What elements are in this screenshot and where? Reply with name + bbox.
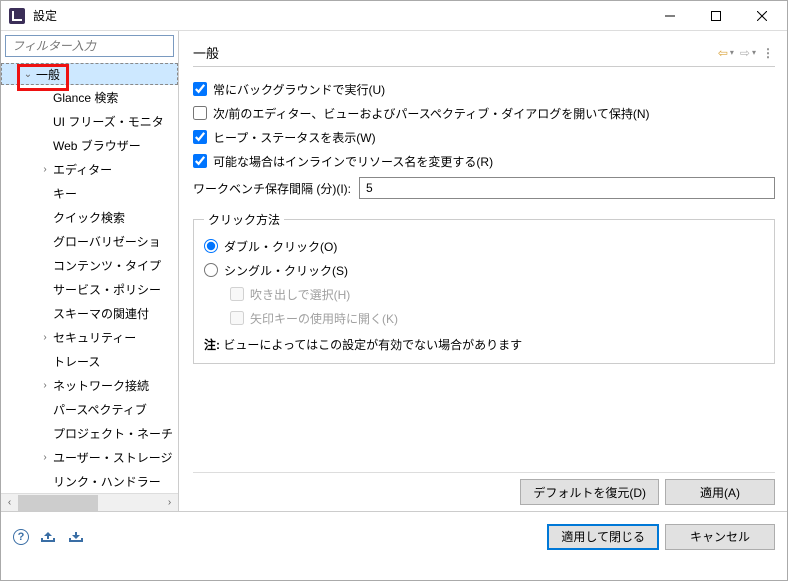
scroll-left-icon[interactable]: ‹: [1, 495, 18, 511]
app-icon: [9, 8, 25, 24]
tree-item[interactable]: キー: [1, 181, 178, 205]
tree-item-label: Glance 検索: [53, 89, 118, 106]
inline-rename-label: 可能な場合はインラインでリソース名を変更する(R): [213, 153, 493, 170]
heap-label: ヒープ・ステータスを表示(W): [213, 129, 376, 146]
scrollbar-thumb[interactable]: [18, 495, 98, 511]
note-text: 注: ビューによってはこの設定が有効でない場合があります: [204, 336, 764, 353]
restore-defaults-button[interactable]: デフォルトを復元(D): [520, 479, 659, 505]
sidebar: ⌄一般Glance 検索UI フリーズ・モニタWeb ブラウザー›エディターキー…: [1, 31, 179, 511]
close-button[interactable]: [739, 1, 785, 31]
tree-item-label: サービス・ポリシー: [53, 281, 161, 298]
content-pane: 一般 ⇦▾ ⇨▾ ⋮ 常にバックグラウンドで実行(U) 次/前のエディター、ビュ…: [179, 31, 787, 511]
tree-item-label: UI フリーズ・モニタ: [53, 113, 164, 130]
click-method-group: クリック方法 ダブル・クリック(O) シングル・クリック(S) 吹き出しで選択(…: [193, 211, 775, 364]
reopen-checkbox[interactable]: [193, 106, 207, 120]
maximize-button[interactable]: [693, 1, 739, 31]
single-click-radio[interactable]: [204, 263, 218, 277]
apply-close-button[interactable]: 適用して閉じる: [547, 524, 659, 550]
tree-item[interactable]: リンク・ハンドラー: [1, 469, 178, 493]
expander-icon[interactable]: ›: [39, 452, 51, 463]
expander-icon[interactable]: ›: [39, 332, 51, 343]
menu-icon[interactable]: ⋮: [762, 46, 775, 60]
background-checkbox[interactable]: [193, 82, 207, 96]
cancel-button[interactable]: キャンセル: [665, 524, 775, 550]
tree-item-label: パースペクティブ: [53, 401, 147, 418]
double-click-radio[interactable]: [204, 239, 218, 253]
click-method-legend: クリック方法: [204, 211, 284, 228]
tree-item[interactable]: ›エディター: [1, 157, 178, 181]
window-title: 設定: [33, 7, 647, 24]
reopen-label: 次/前のエディター、ビューおよびパースペクティブ・ダイアログを開いて保持(N): [213, 105, 650, 122]
tree-item[interactable]: ›セキュリティー: [1, 325, 178, 349]
tree-item[interactable]: コンテンツ・タイプ: [1, 253, 178, 277]
back-icon[interactable]: ⇦▾: [718, 46, 734, 60]
expander-icon[interactable]: ›: [39, 380, 51, 391]
tree-item[interactable]: スキーマの関連付: [1, 301, 178, 325]
tree-item-label: 一般: [36, 66, 60, 83]
arrow-open-label: 矢印キーの使用時に開く(K): [250, 310, 398, 327]
tree-item-label: トレース: [53, 353, 100, 370]
inline-rename-checkbox[interactable]: [193, 154, 207, 168]
tree-item-label: クイック検索: [53, 209, 125, 226]
page-title: 一般: [193, 43, 718, 62]
tree-item-label: スキーマの関連付: [53, 305, 149, 322]
help-icon[interactable]: ?: [13, 529, 29, 545]
tree-item[interactable]: クイック検索: [1, 205, 178, 229]
interval-label: ワークベンチ保存間隔 (分)(I):: [193, 180, 351, 197]
tree[interactable]: ⌄一般Glance 検索UI フリーズ・モニタWeb ブラウザー›エディターキー…: [1, 61, 178, 493]
tree-item[interactable]: サービス・ポリシー: [1, 277, 178, 301]
tree-item[interactable]: ⌄一般: [1, 63, 178, 85]
export-icon[interactable]: [67, 530, 85, 544]
expander-icon[interactable]: ›: [39, 164, 51, 175]
double-click-label: ダブル・クリック(O): [224, 238, 337, 255]
tree-item-label: エディター: [53, 161, 112, 178]
background-label: 常にバックグラウンドで実行(U): [213, 81, 385, 98]
tree-item[interactable]: Web ブラウザー: [1, 133, 178, 157]
tree-item-label: グローバリゼーショ: [53, 233, 161, 250]
tree-item[interactable]: UI フリーズ・モニタ: [1, 109, 178, 133]
tree-item[interactable]: プロジェクト・ネーチ: [1, 421, 178, 445]
apply-button[interactable]: 適用(A): [665, 479, 775, 505]
tree-item-label: ネットワーク接続: [53, 377, 149, 394]
minimize-button[interactable]: [647, 1, 693, 31]
tree-item[interactable]: ›ユーザー・ストレージ: [1, 445, 178, 469]
filter-container: [5, 35, 174, 57]
tree-item[interactable]: ›ネットワーク接続: [1, 373, 178, 397]
tree-item-label: コンテンツ・タイプ: [53, 257, 161, 274]
tree-item-label: ユーザー・ストレージ: [53, 449, 173, 466]
tree-item-label: キー: [53, 185, 77, 202]
tree-item-label: セキュリティー: [53, 329, 136, 346]
interval-input[interactable]: [359, 177, 775, 199]
hover-select-label: 吹き出しで選択(H): [250, 286, 350, 303]
tree-item-label: プロジェクト・ネーチ: [53, 425, 173, 442]
tree-item[interactable]: パースペクティブ: [1, 397, 178, 421]
tree-item[interactable]: トレース: [1, 349, 178, 373]
title-bar: 設定: [1, 1, 787, 31]
tree-item-label: Web ブラウザー: [53, 137, 141, 154]
forward-icon[interactable]: ⇨▾: [740, 46, 756, 60]
tree-item[interactable]: グローバリゼーショ: [1, 229, 178, 253]
footer: ? 適用して閉じる キャンセル: [1, 511, 787, 561]
hover-select-checkbox: [230, 287, 244, 301]
tree-item-label: リンク・ハンドラー: [53, 473, 161, 490]
scroll-right-icon[interactable]: ›: [161, 495, 178, 511]
tree-item[interactable]: Glance 検索: [1, 85, 178, 109]
expander-icon[interactable]: ⌄: [22, 69, 34, 80]
single-click-label: シングル・クリック(S): [224, 262, 348, 279]
horizontal-scrollbar[interactable]: ‹ ›: [1, 493, 178, 511]
import-icon[interactable]: [39, 530, 57, 544]
filter-input[interactable]: [5, 35, 174, 57]
heap-checkbox[interactable]: [193, 130, 207, 144]
arrow-open-checkbox: [230, 311, 244, 325]
